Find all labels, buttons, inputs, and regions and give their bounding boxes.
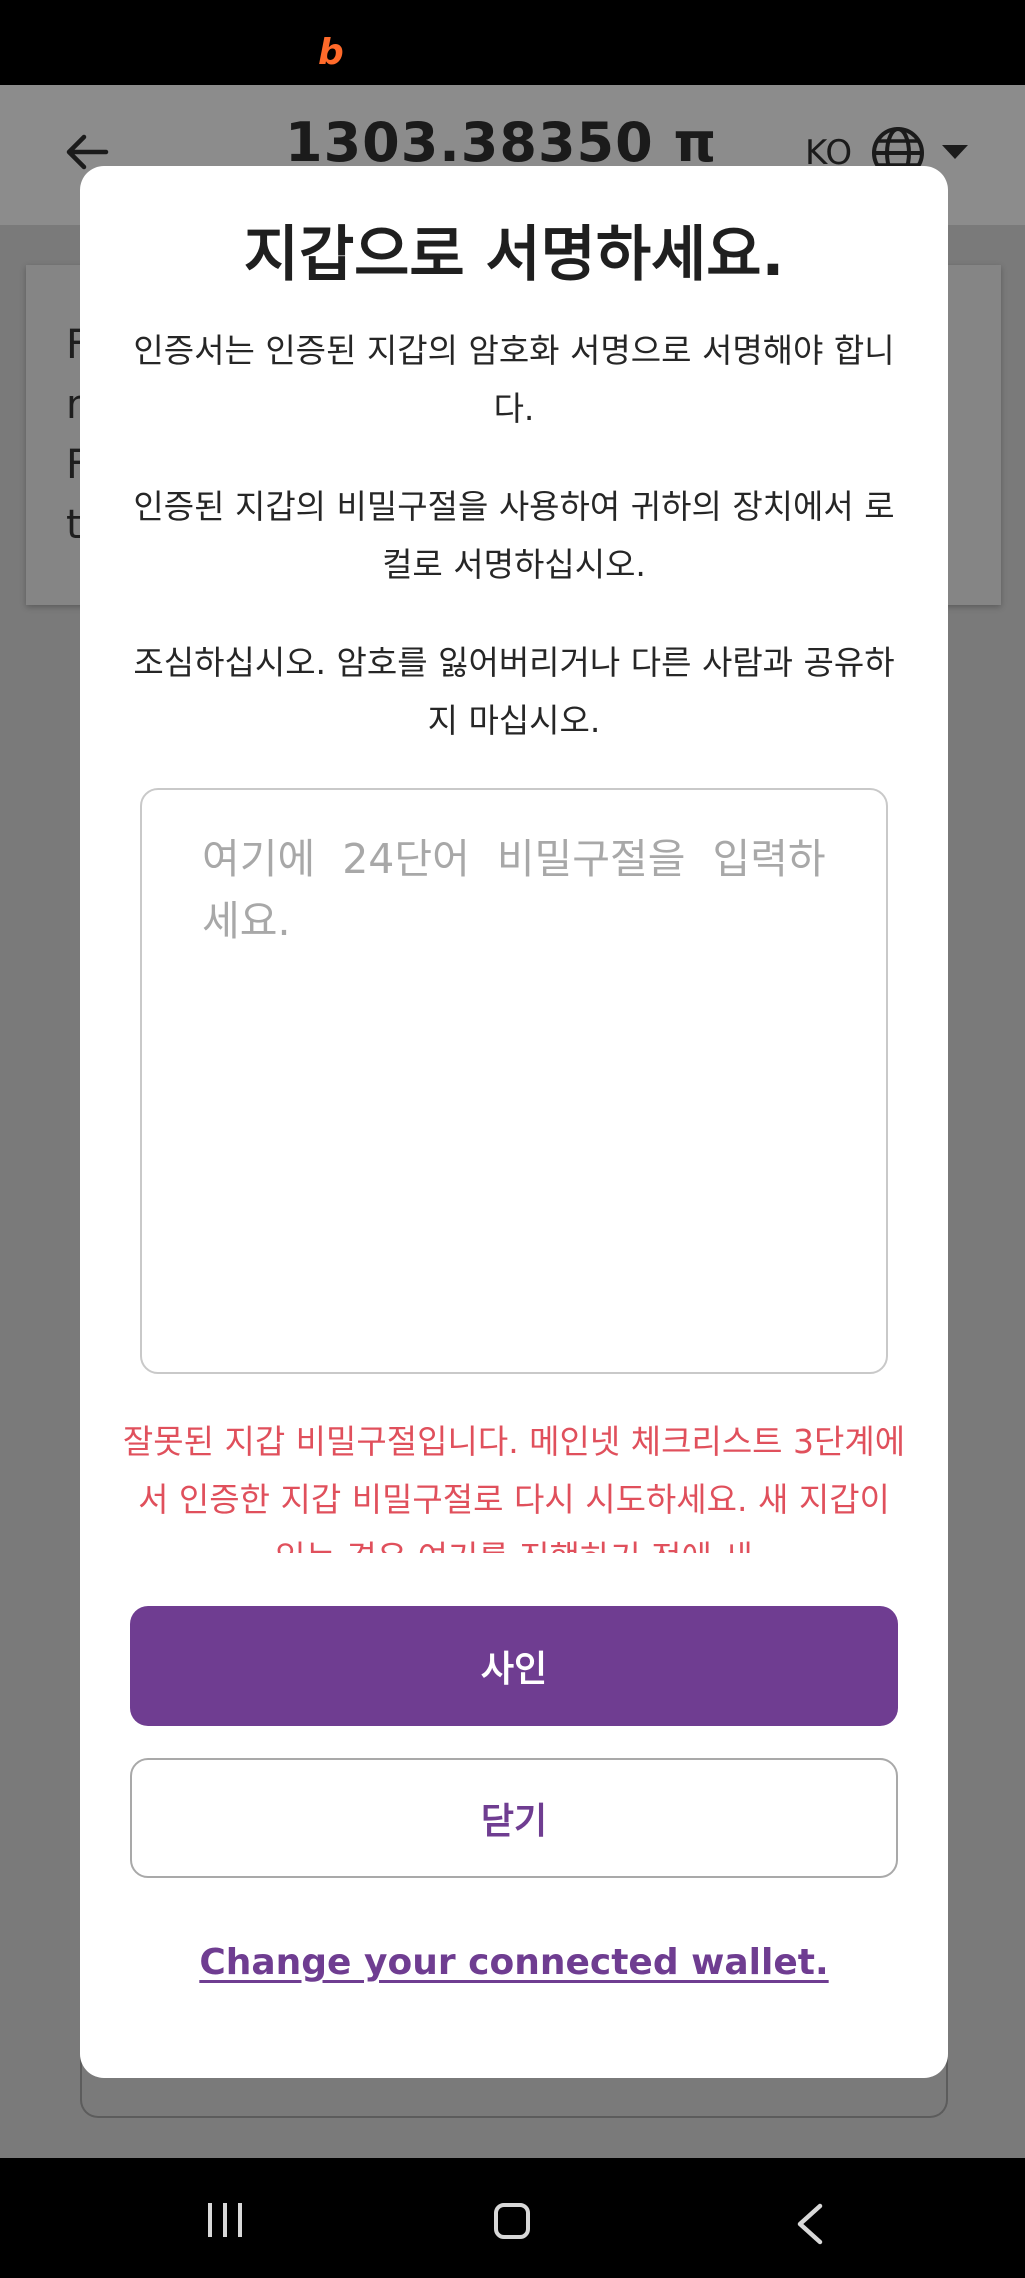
error-message-container: 잘못된 지갑 비밀구절입니다. 메인넷 체크리스트 3단계에서 인증한 지갑 비… <box>120 1413 908 1553</box>
close-button[interactable]: 닫기 <box>130 1758 898 1878</box>
sign-button[interactable]: 사인 <box>130 1606 898 1726</box>
status-bar: b <box>0 0 1025 85</box>
navigation-bar <box>0 2158 1025 2278</box>
change-wallet-link[interactable]: Change your connected wallet. <box>80 1942 948 1983</box>
pi-balance: 1303.38350 π <box>285 111 718 174</box>
passphrase-field <box>140 788 888 1374</box>
app-notification-icon: b <box>318 32 344 73</box>
modal-title: 지갑으로 서명하세요. <box>243 220 785 290</box>
passphrase-input[interactable] <box>142 790 886 1372</box>
error-message: 잘못된 지갑 비밀구절입니다. 메인넷 체크리스트 3단계에서 인증한 지갑 비… <box>122 1422 906 1553</box>
sign-with-wallet-modal: 지갑으로 서명하세요. 인증서는 인증된 지갑의 암호화 서명으로 서명해야 합… <box>80 166 948 2078</box>
modal-warning: 조심하십시오. 암호를 잃어버리거나 다른 사람과 공유하지 마십시오. <box>133 643 895 740</box>
home-icon[interactable] <box>494 2203 530 2239</box>
back-icon[interactable] <box>790 2202 830 2246</box>
recent-apps-icon[interactable] <box>208 2203 253 2241</box>
modal-description-2: 인증된 지갑의 비밀구절을 사용하여 귀하의 장치에서 로컬로 서명하십시오. <box>133 487 895 584</box>
language-dropdown-chevron-icon[interactable] <box>942 145 968 159</box>
modal-description-1: 인증서는 인증된 지갑의 암호화 서명으로 서명해야 합니다. <box>133 331 895 428</box>
